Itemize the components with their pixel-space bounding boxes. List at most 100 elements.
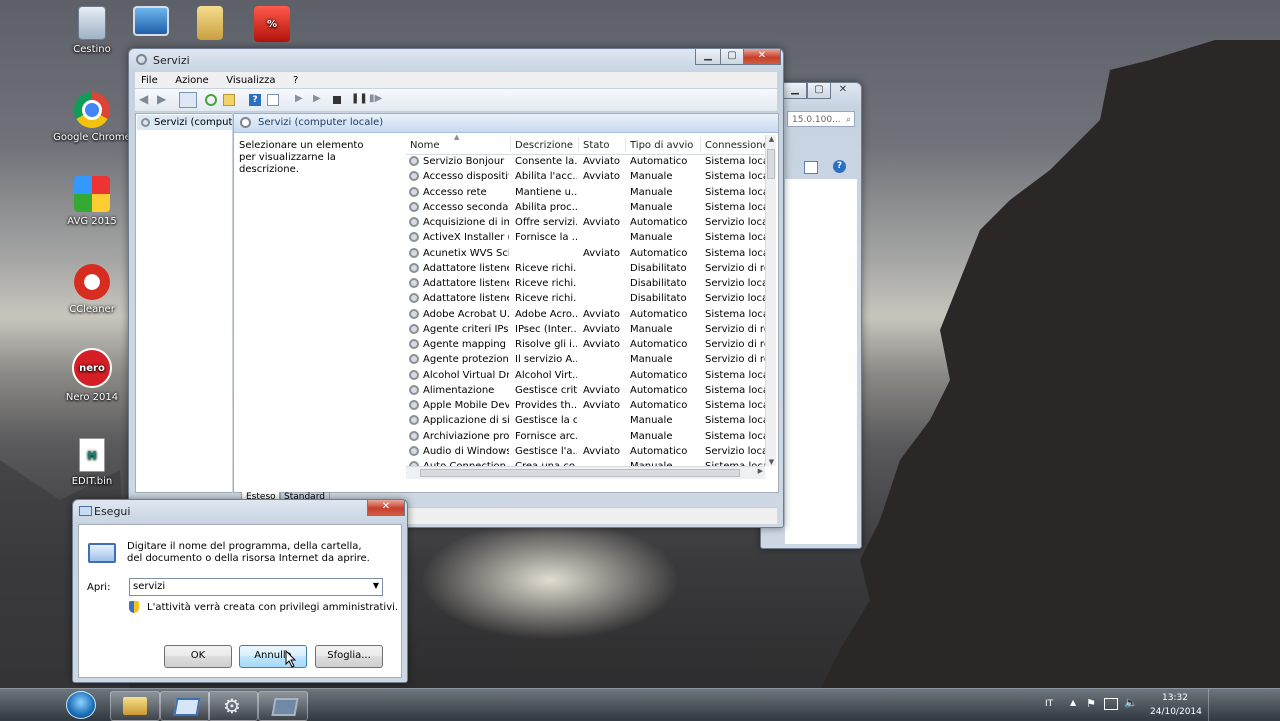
table-row[interactable]: Accesso rete Mantiene u... Manuale Sistema … [406,185,765,200]
start-service-alt-icon[interactable]: ▶ [313,93,325,105]
services-list[interactable]: Nome Descrizione Stato Tipo di avvio Con… [406,135,776,480]
cell-name: Accesso rete [423,186,487,198]
scroll-up-arrow[interactable]: ▲ [766,135,776,143]
menu-help[interactable]: ? [293,73,298,89]
services-window[interactable]: Servizi ▁ ▢ ✕ File Azione Visualizza ? ◀… [128,48,784,528]
vertical-scrollbar[interactable]: ▲ ▼ [765,135,776,466]
stop-service-icon[interactable] [333,96,341,104]
show-hidden-icons-icon[interactable]: ▲ [1070,698,1076,707]
table-row[interactable]: Accesso secondario Abilita proc... Manuale… [406,200,765,215]
column-header-stato[interactable]: Stato [583,140,609,151]
maximize-button[interactable]: ▢ [720,49,744,65]
show-desktop-button[interactable] [1208,689,1219,721]
address-search-box[interactable]: 15.0.100... ⌕ [787,111,855,127]
start-orb-icon[interactable] [66,691,96,719]
close-x-button[interactable]: ✕ [831,83,855,98]
taskbar-run-button[interactable] [160,691,210,721]
column-header-descrizione[interactable]: Descrizione [515,140,573,151]
table-row[interactable]: Adobe Acrobat U... Adobe Acro... Avviato Au… [406,307,765,322]
desktop-icon-ccleaner[interactable]: CCleaner [52,264,132,315]
services-pane: Servizi (computer locale) Selezionare un… [233,113,779,493]
hscroll-thumb[interactable] [420,469,740,477]
minimize-button[interactable]: ▁ [783,83,807,99]
show-tree-icon[interactable] [179,92,197,108]
restart-service-icon[interactable]: ▮▶ [369,93,382,105]
desktop-icon-edit-bin[interactable]: H EDIT.bin [52,438,132,487]
menu-azione[interactable]: Azione [175,73,208,89]
table-row[interactable]: ActiveX Installer (... Fornisce la ... Man… [406,230,765,245]
table-row[interactable]: Alcohol Virtual Dri... Alcohol Virt... Aut… [406,368,765,383]
maximize-button[interactable]: ▢ [807,83,831,99]
scroll-thumb[interactable] [767,149,775,179]
open-combobox[interactable]: servizi ▼ [129,578,383,596]
action-center-flag-icon[interactable]: ⚑ [1086,697,1096,710]
menu-file[interactable]: File [141,73,158,89]
volume-icon[interactable]: 🔈 [1124,696,1138,709]
scroll-right-arrow[interactable]: ▶ [758,467,763,475]
minimize-button[interactable]: ▁ [695,49,721,65]
cell-logon: Sistema locale [705,247,765,259]
back-arrow-icon[interactable]: ◀ [139,92,151,106]
dropdown-arrow-icon[interactable]: ▼ [373,581,379,590]
network-icon[interactable] [1104,698,1118,710]
table-row[interactable]: Agente mapping ... Risolve gli i... Avviat… [406,337,765,352]
desktop-icon-promo[interactable]: % [232,6,312,46]
language-indicator[interactable]: IT [1045,699,1053,709]
cell-startup-type: Manuale [630,323,673,335]
clock-time[interactable]: 13:32 [1162,693,1188,703]
desktop-icon-nero[interactable]: nero Nero 2014 [52,348,132,403]
table-row[interactable]: Adattatore listener... Riceve richi... Dis… [406,261,765,276]
table-row[interactable]: Adattatore listener... Riceve richi... Dis… [406,276,765,291]
table-row[interactable]: Alimentazione Gestisce crit... Avviato Auto… [406,383,765,398]
column-header-connessione[interactable]: Connessione [705,140,769,151]
table-row[interactable]: Applicazione di sis... Gestisce la c... Ma… [406,413,765,428]
table-row[interactable]: Archiviazione prot... Fornisce arc... Manu… [406,429,765,444]
table-row[interactable]: Acquisizione di im... Offre servizi... Avv… [406,215,765,230]
column-header-nome[interactable]: Nome [410,140,440,151]
search-icon[interactable]: ⌕ [846,112,851,128]
services-app-icon [136,54,147,65]
table-row[interactable]: Acunetix WVS Sch... Avviato Automatico Sist… [406,246,765,261]
refresh-icon[interactable] [205,94,217,106]
ok-button[interactable]: OK [164,645,232,668]
table-row[interactable]: Audio di Windows Gestisce l'a... Avviato Au… [406,444,765,459]
start-service-icon[interactable]: ▶ [295,93,307,105]
service-gear-icon [409,369,419,380]
taskbar-window-button[interactable] [258,691,308,721]
export-icon[interactable] [223,94,235,106]
pause-service-icon[interactable]: ❚❚ [351,93,368,105]
run-titlebar[interactable]: Esegui ✕ [73,500,407,522]
horizontal-scrollbar[interactable]: ▶ [406,466,765,479]
taskbar-explorer-button[interactable] [110,691,160,721]
table-row[interactable]: Servizio Bonjour Consente la... Avviato Aut… [406,154,765,169]
desktop-icon-chrome[interactable]: Google Chrome [52,92,132,143]
desktop-icon-avg[interactable]: AVG 2015 [52,176,132,227]
list-header: Nome Descrizione Stato Tipo di avvio Con… [406,135,769,155]
properties-icon[interactable] [267,94,279,106]
layout-icon[interactable] [804,161,818,174]
table-row[interactable]: Agente criteri IPsec IPsec (Inter... Avvia… [406,322,765,337]
taskbar-services-button[interactable]: ⚙ [208,691,258,721]
scroll-down-arrow[interactable]: ▼ [766,458,776,466]
computer-icon [133,6,169,36]
run-dialog[interactable]: Esegui ✕ Digitare il nome del programma,… [72,499,408,683]
menu-visualizza[interactable]: Visualizza [226,73,275,89]
open-input-value[interactable]: servizi [133,581,165,592]
run-program-icon [88,543,116,563]
close-button[interactable]: ✕ [367,500,405,516]
table-row[interactable]: Apple Mobile Devi... Provides th... Avviat… [406,398,765,413]
table-row[interactable]: Accesso dispositiv... Abilita l'acc... Avv… [406,169,765,184]
column-header-tipo-avvio[interactable]: Tipo di avvio [630,140,693,151]
forward-arrow-icon[interactable]: ▶ [157,92,169,106]
table-row[interactable]: Adattatore listener... Riceve richi... Dis… [406,291,765,306]
close-button[interactable]: ✕ [743,49,781,65]
table-row[interactable]: Agente protezione... Il servizio A... Manu… [406,352,765,367]
tree-item-services[interactable]: Servizi (computer [137,115,232,130]
cell-startup-type: Disabilitato [630,262,687,274]
services-titlebar[interactable]: Servizi ▁ ▢ ✕ [129,49,783,71]
mouse-cursor-icon [285,650,297,668]
browse-button[interactable]: Sfoglia... [315,645,383,668]
clock-date[interactable]: 24/10/2014 [1150,707,1202,717]
help-toolbar-icon[interactable]: ? [249,94,261,106]
help-icon[interactable]: ? [833,160,846,173]
